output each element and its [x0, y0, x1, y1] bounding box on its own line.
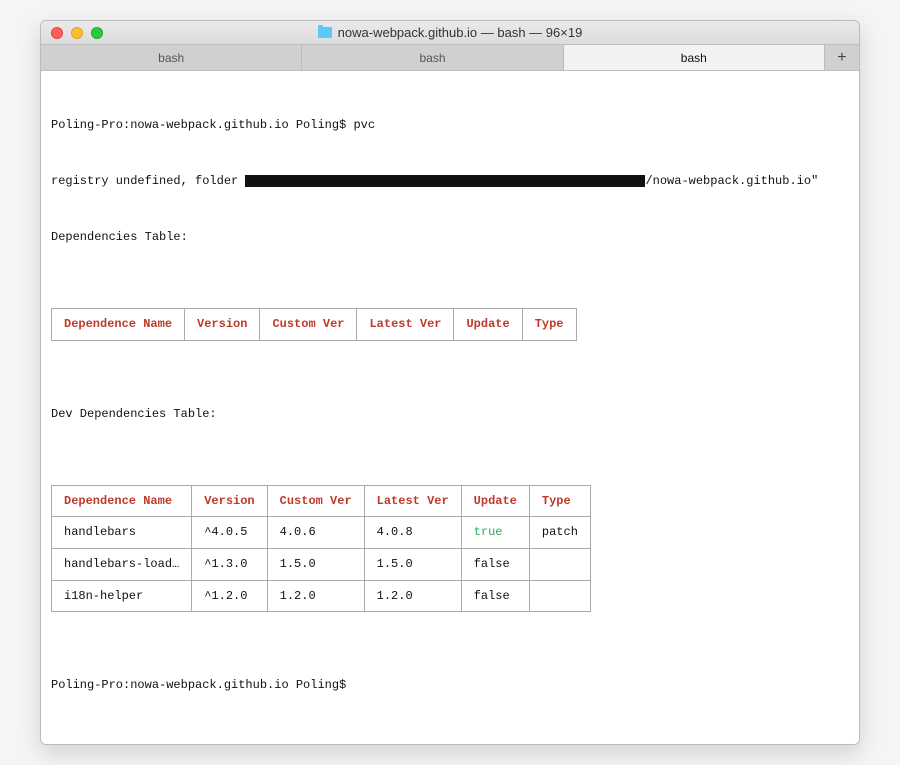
deps-label: Dependencies Table: — [51, 228, 849, 247]
dependencies-table: Dependence Name Version Custom Ver Lates… — [51, 308, 577, 341]
table-header-row: Dependence Name Version Custom Ver Lates… — [52, 309, 577, 341]
col-dependence-name: Dependence Name — [52, 485, 192, 517]
table-cell: patch — [529, 517, 590, 549]
window-title-group: nowa-webpack.github.io — bash — 96×19 — [51, 25, 849, 40]
table-cell: handlebars-load… — [52, 549, 192, 581]
col-type: Type — [529, 485, 590, 517]
table-cell: true — [461, 517, 529, 549]
table-cell: i18n-helper — [52, 580, 192, 612]
terminal-body[interactable]: Poling-Pro:nowa-webpack.github.io Poling… — [41, 71, 859, 744]
terminal-window: nowa-webpack.github.io — bash — 96×19 ba… — [40, 20, 860, 745]
table-cell: ^1.2.0 — [192, 580, 267, 612]
table-cell: handlebars — [52, 517, 192, 549]
table-cell: 1.2.0 — [364, 580, 461, 612]
traffic-lights — [51, 27, 103, 39]
table-row: i18n-helper^1.2.01.2.01.2.0false — [52, 580, 591, 612]
table-cell: false — [461, 580, 529, 612]
table-cell: 4.0.6 — [267, 517, 364, 549]
tab-bash-0[interactable]: bash — [41, 45, 302, 70]
col-custom-ver: Custom Ver — [267, 485, 364, 517]
registry-line: registry undefined, folder /nowa-webpack… — [51, 172, 849, 191]
minimize-icon[interactable] — [71, 27, 83, 39]
col-version: Version — [192, 485, 267, 517]
table-cell: 1.2.0 — [267, 580, 364, 612]
table-cell: ^4.0.5 — [192, 517, 267, 549]
window-title: nowa-webpack.github.io — bash — 96×19 — [338, 25, 583, 40]
col-custom-ver: Custom Ver — [260, 309, 357, 341]
table-cell — [529, 549, 590, 581]
col-latest-ver: Latest Ver — [357, 309, 454, 341]
dev-deps-label: Dev Dependencies Table: — [51, 405, 849, 424]
prompt-1: Poling-Pro:nowa-webpack.github.io Poling… — [51, 118, 353, 132]
prompt-line-1: Poling-Pro:nowa-webpack.github.io Poling… — [51, 116, 849, 135]
col-update: Update — [461, 485, 529, 517]
table-cell: 1.5.0 — [364, 549, 461, 581]
col-type: Type — [522, 309, 576, 341]
col-version: Version — [185, 309, 260, 341]
table-cell: 1.5.0 — [267, 549, 364, 581]
col-update: Update — [454, 309, 522, 341]
close-icon[interactable] — [51, 27, 63, 39]
new-tab-button[interactable]: + — [825, 45, 859, 70]
col-latest-ver: Latest Ver — [364, 485, 461, 517]
table-header-row: Dependence Name Version Custom Ver Lates… — [52, 485, 591, 517]
tab-bash-1[interactable]: bash — [302, 45, 563, 70]
table-cell: 4.0.8 — [364, 517, 461, 549]
dev-dependencies-table: Dependence Name Version Custom Ver Lates… — [51, 485, 591, 612]
command-1: pvc — [353, 118, 375, 132]
titlebar: nowa-webpack.github.io — bash — 96×19 — [41, 21, 859, 45]
maximize-icon[interactable] — [91, 27, 103, 39]
folder-icon — [318, 27, 332, 38]
tabbar: bash bash bash + — [41, 45, 859, 71]
table-cell: false — [461, 549, 529, 581]
table-cell — [529, 580, 590, 612]
prompt-line-2: Poling-Pro:nowa-webpack.github.io Poling… — [51, 676, 849, 695]
col-dependence-name: Dependence Name — [52, 309, 185, 341]
table-cell: ^1.3.0 — [192, 549, 267, 581]
table-row: handlebars-load…^1.3.01.5.01.5.0false — [52, 549, 591, 581]
table-row: handlebars^4.0.54.0.64.0.8truepatch — [52, 517, 591, 549]
tab-bash-2[interactable]: bash — [564, 45, 825, 70]
redacted-path — [245, 175, 645, 187]
